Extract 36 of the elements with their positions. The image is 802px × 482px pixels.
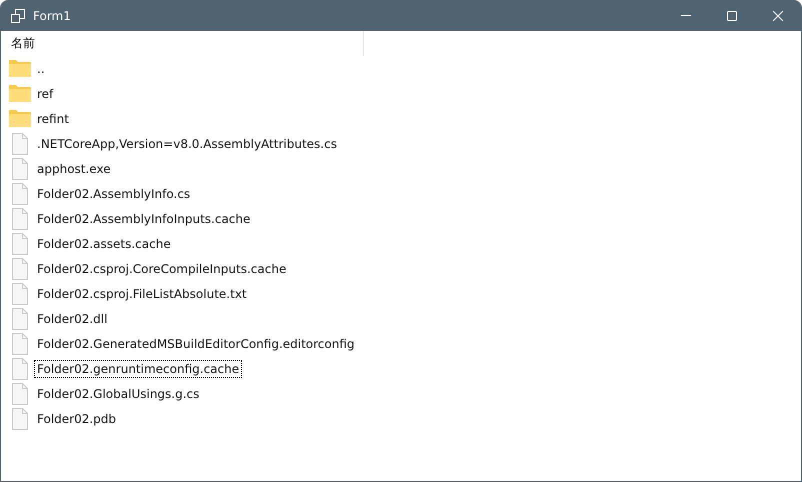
file-icon (9, 308, 31, 330)
file-name[interactable]: Folder02.genruntimeconfig.cache (34, 360, 242, 378)
window-title: Form1 (33, 8, 71, 22)
close-icon (773, 10, 783, 20)
file-name[interactable]: apphost.exe (34, 160, 114, 178)
file-name[interactable]: Folder02.csproj.CoreCompileInputs.cache (34, 260, 290, 278)
file-icon (9, 132, 31, 154)
file-icon (9, 182, 31, 204)
file-icon (9, 232, 31, 254)
file-name[interactable]: Folder02.AssemblyInfo.cs (34, 184, 194, 202)
file-name[interactable]: ref (34, 84, 56, 102)
file-name[interactable]: Folder02.GlobalUsings.g.cs (34, 384, 202, 402)
folder-icon (9, 110, 31, 127)
file-name[interactable]: .NETCoreApp,Version=v8.0.AssemblyAttributes.cs (34, 134, 340, 152)
minimize-icon (681, 15, 691, 16)
file-name[interactable]: Folder02.dll (34, 310, 110, 328)
file-icon (9, 358, 31, 380)
window-icon (11, 8, 25, 22)
file-name[interactable]: Folder02.AssemblyInfoInputs.cache (34, 210, 254, 228)
file-icon (9, 258, 31, 280)
file-icon (9, 382, 31, 404)
column-header[interactable]: 名前 (9, 31, 364, 56)
file-icon (9, 332, 31, 354)
file-icon (9, 408, 31, 430)
file-icon (9, 282, 31, 304)
folder-icon (9, 60, 31, 77)
file-name[interactable]: .. (34, 60, 48, 78)
file-icon (9, 208, 31, 230)
folder-icon (9, 85, 31, 102)
file-name[interactable]: Folder02.GeneratedMSBuildEditorConfig.editorconfig (34, 334, 358, 352)
file-name[interactable]: Folder02.csproj.FileListAbsolute.txt (34, 284, 250, 302)
maximize-icon (727, 10, 737, 20)
file-name[interactable]: Folder02.assets.cache (34, 234, 174, 252)
file-name[interactable]: refint (34, 110, 72, 128)
file-icon (9, 158, 31, 180)
file-name[interactable]: Folder02.pdb (34, 410, 120, 428)
